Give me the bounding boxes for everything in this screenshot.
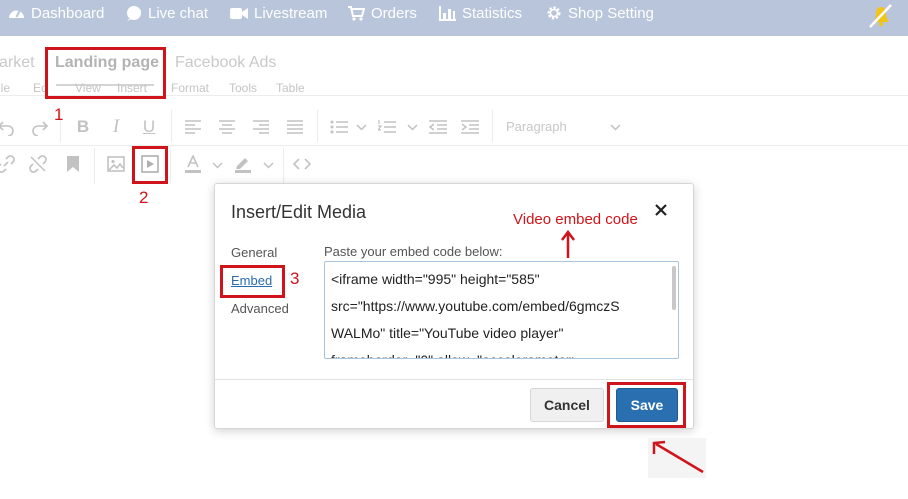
chevron-down-icon[interactable] bbox=[405, 118, 419, 136]
nav-item-livestream[interactable]: Livestream bbox=[230, 0, 327, 26]
toolbar-separator bbox=[317, 110, 318, 142]
align-right-icon[interactable] bbox=[251, 117, 271, 137]
annotation-step-3: 3 bbox=[290, 269, 300, 288]
annotation-box-save-button bbox=[607, 382, 686, 428]
dialog-footer-divider bbox=[215, 379, 693, 380]
menu-table[interactable]: Table bbox=[276, 81, 305, 94]
embed-code-line: src="https://www.youtube.com/embed/6gmcz… bbox=[331, 298, 620, 314]
menu-format[interactable]: Format bbox=[171, 81, 209, 94]
unlink-icon[interactable] bbox=[28, 154, 48, 174]
close-icon[interactable] bbox=[651, 200, 671, 220]
nav-label: Statistics bbox=[462, 4, 523, 22]
chevron-down-icon[interactable] bbox=[210, 156, 224, 174]
chevron-down-icon[interactable] bbox=[261, 156, 275, 174]
notifications-off-icon[interactable] bbox=[866, 2, 894, 35]
chevron-down-icon[interactable] bbox=[354, 118, 368, 136]
block-format-select[interactable]: Paragraph bbox=[506, 119, 567, 134]
undo-icon[interactable] bbox=[0, 117, 16, 137]
align-justify-icon[interactable] bbox=[285, 117, 305, 137]
nav-item-live-chat[interactable]: Live chat bbox=[126, 0, 208, 26]
annotation-arrow-diagonal-icon bbox=[648, 438, 708, 483]
bookmark-icon[interactable] bbox=[63, 154, 83, 174]
toolbar-separator bbox=[283, 148, 284, 184]
align-left-icon[interactable] bbox=[183, 117, 203, 137]
redo-icon[interactable] bbox=[30, 117, 50, 137]
bold-icon[interactable]: B bbox=[73, 117, 93, 137]
numbered-list-icon[interactable] bbox=[377, 117, 397, 137]
image-icon[interactable] bbox=[106, 154, 126, 174]
underline-icon[interactable]: U bbox=[139, 117, 159, 137]
menu-tools[interactable]: Tools bbox=[229, 81, 257, 94]
link-icon[interactable] bbox=[0, 154, 16, 174]
chevron-down-icon[interactable] bbox=[608, 118, 622, 136]
tab-facebook-ads[interactable]: Facebook Ads bbox=[175, 54, 276, 72]
dialog-title: Insert/Edit Media bbox=[231, 202, 367, 222]
annotation-box-embed-tab bbox=[220, 265, 285, 298]
nav-item-shop-setting[interactable]: Shop Setting bbox=[546, 0, 654, 26]
annotation-box-media-button bbox=[132, 146, 168, 184]
annotation-arrow-up-icon bbox=[560, 229, 576, 265]
nav-label: Live chat bbox=[148, 4, 209, 22]
embed-code-label: Paste your embed code below: bbox=[324, 244, 503, 259]
nav-item-dashboard[interactable]: Dashboard bbox=[8, 0, 104, 26]
annotation-box-landing-page bbox=[45, 47, 166, 99]
indent-icon[interactable] bbox=[460, 117, 480, 137]
outdent-icon[interactable] bbox=[428, 117, 448, 137]
toolbar-separator bbox=[94, 148, 95, 184]
embed-code-textarea[interactable]: <iframe width="995" height="585" src="ht… bbox=[324, 261, 679, 359]
source-code-icon[interactable] bbox=[292, 154, 312, 174]
cart-icon bbox=[348, 5, 365, 21]
dialog-nav-general[interactable]: General bbox=[231, 245, 277, 260]
nav-label: Shop Setting bbox=[568, 4, 654, 22]
top-navigation-bar: Dashboard Live chat Livestream Orders St… bbox=[0, 0, 908, 36]
dialog-nav-advanced[interactable]: Advanced bbox=[231, 301, 289, 316]
toolbar-separator bbox=[171, 110, 172, 142]
bullet-list-icon[interactable] bbox=[329, 117, 349, 137]
chat-bubble-icon bbox=[126, 5, 142, 21]
bar-chart-icon bbox=[439, 5, 456, 21]
video-camera-icon bbox=[230, 7, 248, 20]
gear-icon bbox=[546, 5, 562, 21]
nav-item-statistics[interactable]: Statistics bbox=[439, 0, 522, 26]
embed-code-line: <iframe width="995" height="585" bbox=[331, 271, 540, 287]
dashboard-icon bbox=[8, 6, 25, 21]
tab-market[interactable]: arket bbox=[0, 54, 35, 72]
text-color-icon[interactable] bbox=[183, 154, 203, 174]
highlight-color-icon[interactable] bbox=[233, 154, 253, 174]
italic-icon[interactable]: I bbox=[106, 116, 126, 137]
annotation-step-2: 2 bbox=[139, 188, 149, 207]
cancel-button[interactable]: Cancel bbox=[530, 388, 604, 422]
annotation-step-1: 1 bbox=[54, 105, 64, 124]
nav-label: Orders bbox=[371, 4, 417, 22]
embed-code-line: WALMo" title="YouTube video player" bbox=[331, 325, 564, 341]
align-center-icon[interactable] bbox=[217, 117, 237, 137]
menu-file[interactable]: ile bbox=[0, 81, 10, 94]
nav-label: Livestream bbox=[254, 4, 328, 22]
block-format-value: Paragraph bbox=[506, 119, 567, 134]
toolbar-separator bbox=[492, 110, 493, 142]
nav-label: Dashboard bbox=[31, 4, 105, 22]
toolbar-separator bbox=[170, 148, 171, 184]
annotation-video-embed-code: Video embed code bbox=[513, 211, 638, 228]
embed-code-line: frameborder="0" allow="accelerometer; bbox=[331, 347, 670, 358]
nav-item-orders[interactable]: Orders bbox=[348, 0, 417, 26]
textarea-scrollbar[interactable] bbox=[672, 266, 676, 310]
